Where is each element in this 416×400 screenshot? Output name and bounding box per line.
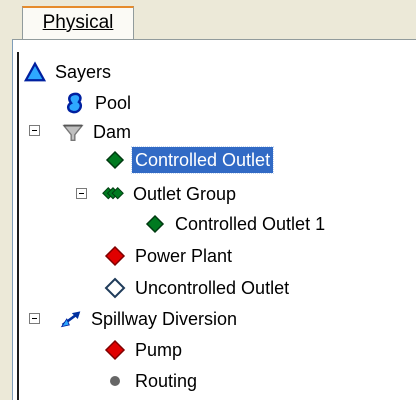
diversion-arrow-icon: [60, 308, 82, 330]
tree-node-dam[interactable]: Dam: [62, 117, 134, 147]
dam-funnel-icon: [62, 121, 84, 143]
pool-icon: [64, 92, 86, 114]
tree-node-label: Uncontrolled Outlet: [135, 278, 290, 298]
tree-node-routing[interactable]: Routing: [104, 366, 200, 396]
tree-node-sayers[interactable]: Sayers: [24, 57, 114, 87]
expander-spillway-diversion[interactable]: [29, 313, 40, 324]
tab-physical[interactable]: Physical: [22, 6, 134, 40]
tree-node-label: Controlled Outlet: [130, 146, 275, 174]
expander-dam[interactable]: [29, 125, 40, 136]
tree-node-outlet-group[interactable]: Outlet Group: [102, 179, 239, 209]
tree-node-label: Power Plant: [135, 246, 233, 266]
green-diamond-icon: [104, 149, 126, 171]
gray-dot-icon: [104, 370, 126, 392]
tree-node-pool[interactable]: Pool: [64, 88, 134, 118]
tree-node-label: Dam: [93, 122, 132, 142]
tree-node-pump[interactable]: Pump: [104, 335, 185, 365]
expander-outlet-group[interactable]: [76, 188, 87, 199]
tree-node-power-plant[interactable]: Power Plant: [104, 241, 235, 271]
physical-tree-panel: Physical Sayers Pool Dam Controlled Outl…: [0, 0, 416, 400]
tree-node-label: Outlet Group: [133, 184, 237, 204]
green-diamond-group-icon: [102, 183, 124, 205]
tree-node-controlled-outlet[interactable]: Controlled Outlet: [104, 145, 275, 175]
triangle-reservoir-icon: [24, 61, 46, 83]
red-diamond-icon: [104, 339, 126, 361]
tab-physical-label: Physical: [42, 12, 114, 33]
red-diamond-icon: [104, 245, 126, 267]
green-diamond-icon: [144, 213, 166, 235]
panel-left-edge: [17, 52, 19, 400]
tree-node-label: Spillway Diversion: [91, 309, 238, 329]
tree-node-label: Pool: [95, 93, 132, 113]
tree-node-uncontrolled-outlet[interactable]: Uncontrolled Outlet: [104, 273, 292, 303]
tree-node-label: Controlled Outlet 1: [175, 214, 326, 234]
tree-node-controlled-outlet-1[interactable]: Controlled Outlet 1: [144, 209, 328, 239]
tree-node-label: Sayers: [55, 62, 112, 82]
tree-node-label: Routing: [135, 371, 198, 391]
tree-node-label: Pump: [135, 340, 183, 360]
tree-node-spillway-diversion[interactable]: Spillway Diversion: [60, 304, 240, 334]
outline-diamond-icon: [104, 277, 126, 299]
